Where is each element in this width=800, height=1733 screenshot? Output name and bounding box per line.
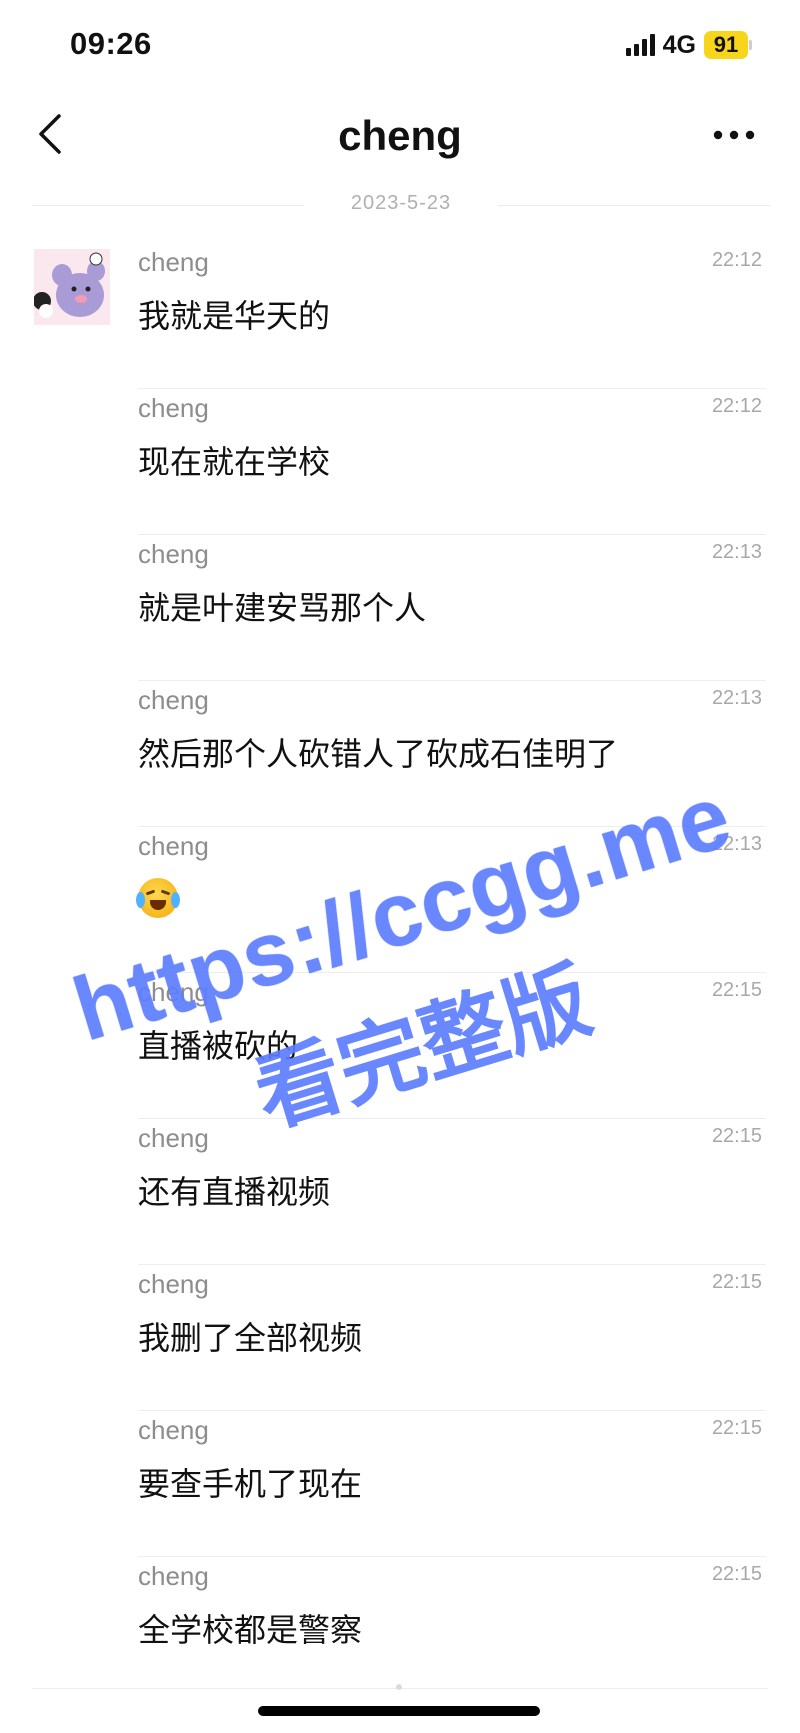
message-text: 我删了全部视频 [138, 1320, 363, 1356]
message-time: 22:13 [711, 541, 762, 563]
message-text: 要查手机了现在 [138, 1466, 363, 1502]
battery-icon: 91 [704, 31, 752, 59]
message-text: 全学校都是警察 [138, 1612, 363, 1648]
message-time: 22:13 [711, 833, 762, 855]
crying-laughing-emoji-icon [136, 877, 180, 918]
message-sender: cheng [138, 977, 209, 1007]
message-item[interactable]: cheng 22:15 要查手机了现在 [0, 1413, 800, 1559]
battery-level: 91 [704, 31, 748, 59]
message-item[interactable]: cheng 22:13 [0, 829, 800, 975]
message-item[interactable]: cheng 22:12 我就是华天的 [0, 245, 800, 391]
message-sender: cheng [138, 393, 209, 423]
chat-title: cheng [338, 112, 462, 159]
scroll-dot [396, 1684, 402, 1690]
ellipsis-icon [713, 130, 755, 140]
message-sender: cheng [138, 1561, 209, 1591]
message-sender: cheng [138, 831, 209, 861]
message-sender: cheng [138, 539, 209, 569]
message-time: 22:15 [711, 1417, 762, 1439]
message-item[interactable]: cheng 22:15 全学校都是警察 [0, 1559, 800, 1705]
message-text: 然后那个人砍错人了砍成石佳明了 [138, 736, 619, 772]
nav-bar: cheng [0, 96, 800, 176]
message-item[interactable]: cheng 22:15 直播被砍的 [0, 975, 800, 1121]
status-time: 09:26 [70, 26, 152, 61]
avatar[interactable] [34, 249, 110, 325]
message-item[interactable]: cheng 22:13 然后那个人砍错人了砍成石佳明了 [0, 683, 800, 829]
date-separator: 2023-5-23 [32, 192, 770, 220]
message-time: 22:12 [711, 249, 762, 271]
message-time: 22:15 [711, 979, 762, 1001]
message-item[interactable]: cheng 22:13 就是叶建安骂那个人 [0, 537, 800, 683]
message-text: 就是叶建安骂那个人 [138, 590, 427, 626]
message-text: 直播被砍的 [138, 1028, 299, 1064]
message-sender: cheng [138, 685, 209, 715]
message-item[interactable]: cheng 22:12 现在就在学校 [0, 391, 800, 537]
message-sender: cheng [138, 1269, 209, 1299]
message-sender: cheng [138, 1415, 209, 1445]
message-item[interactable]: cheng 22:15 还有直播视频 [0, 1121, 800, 1267]
message-emoji [136, 877, 180, 918]
more-button[interactable] [704, 112, 764, 158]
message-text: 我就是华天的 [138, 298, 331, 334]
message-time: 22:12 [711, 395, 762, 417]
home-indicator[interactable] [258, 1706, 540, 1716]
message-sender: cheng [138, 1123, 209, 1153]
message-time: 22:15 [711, 1563, 762, 1585]
signal-icon [625, 34, 655, 56]
date-label: 2023-5-23 [350, 192, 452, 214]
message-time: 22:15 [711, 1271, 762, 1293]
message-text: 现在就在学校 [138, 444, 331, 480]
network-label: 4G [662, 30, 696, 59]
message-time: 22:13 [711, 687, 762, 709]
avatar-image [34, 249, 110, 325]
message-time: 22:15 [711, 1125, 762, 1147]
status-bar: 09:26 4G 91 [0, 0, 800, 90]
message-text: 还有直播视频 [138, 1174, 331, 1210]
message-item[interactable]: cheng 22:15 我删了全部视频 [0, 1267, 800, 1413]
message-sender: cheng [138, 247, 209, 277]
message-list: cheng 22:12 我就是华天的 cheng 22:12 现在就在学校 ch… [0, 245, 800, 1705]
status-indicators: 4G 91 [625, 30, 752, 60]
